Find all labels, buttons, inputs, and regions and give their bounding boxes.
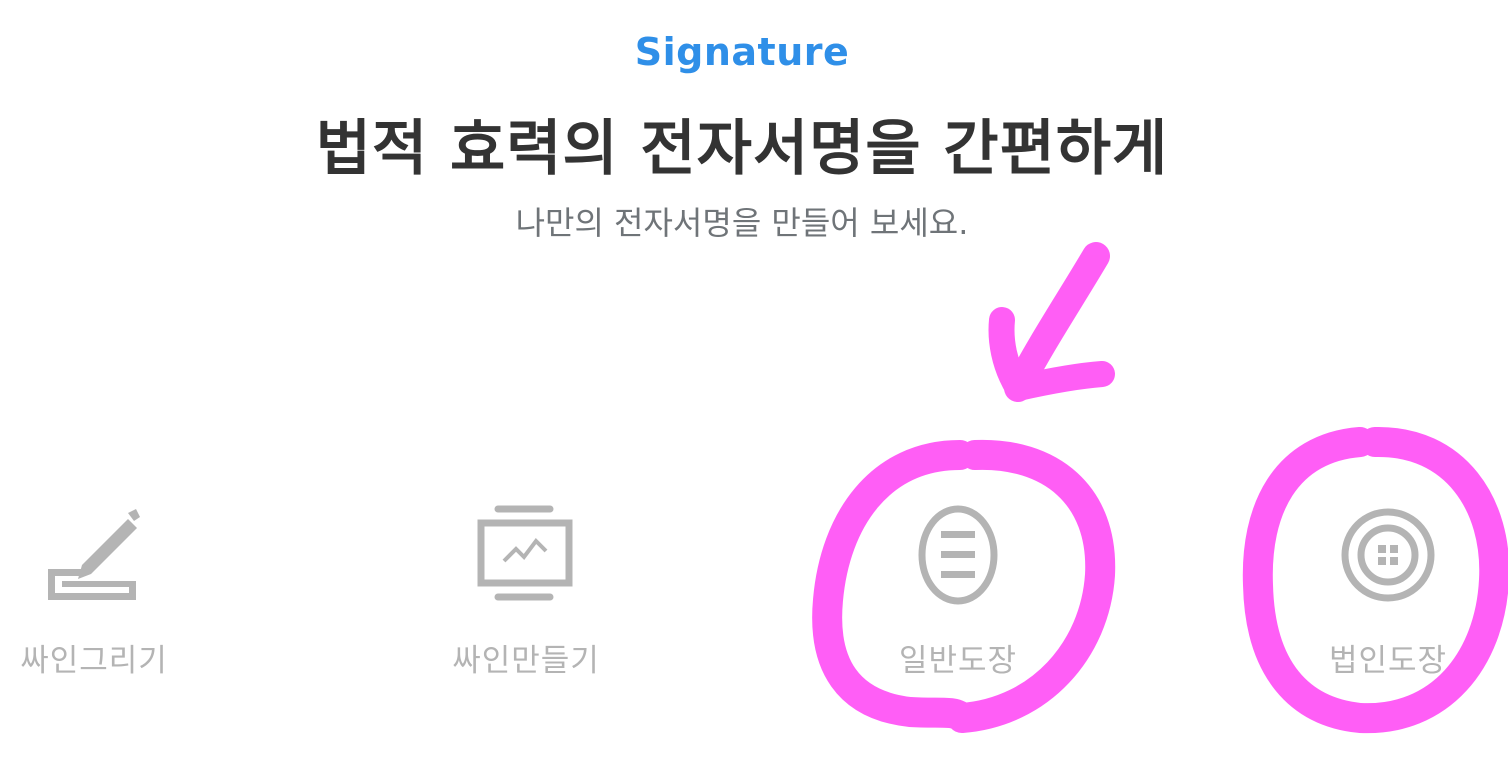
- page-title: 법적 효력의 전자서명을 간편하게: [315, 114, 1169, 184]
- option-draw-signature[interactable]: 싸인그리기: [0, 505, 214, 685]
- option-label: 싸인그리기: [20, 643, 168, 679]
- option-personal-stamp[interactable]: 일반도장: [838, 505, 1078, 685]
- option-label: 법인도장: [1328, 643, 1448, 679]
- option-label: 일반도장: [898, 643, 1018, 679]
- option-label: 싸인만들기: [452, 643, 600, 679]
- option-make-signature[interactable]: 싸인만들기: [406, 505, 646, 685]
- page-subtitle: 나만의 전자서명을 만들어 보세요.: [515, 204, 969, 242]
- pen-draw-icon: [48, 509, 140, 600]
- signature-eyebrow: Signature: [634, 30, 850, 74]
- option-corporate-stamp[interactable]: 법인도장: [1268, 505, 1508, 685]
- corporate-stamp-icon: [1341, 508, 1435, 602]
- monitor-signature-icon: [477, 505, 573, 601]
- annotation-arrow: [988, 242, 1115, 402]
- personal-stamp-icon: [918, 505, 998, 605]
